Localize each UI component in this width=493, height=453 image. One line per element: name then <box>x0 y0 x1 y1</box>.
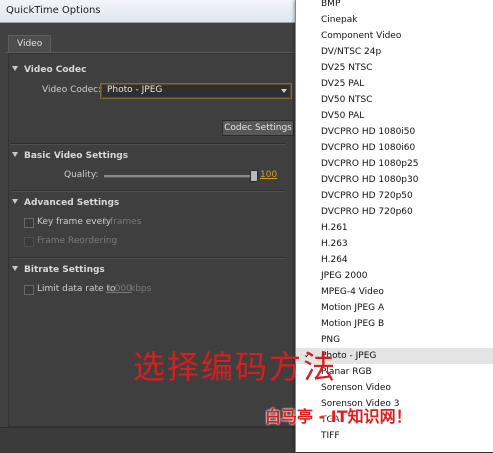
codec-option[interactable]: BMP <box>296 0 493 12</box>
annotation-caption: 选择编码方法 <box>133 348 338 386</box>
codec-settings-button[interactable]: Codec Settings <box>222 120 294 136</box>
codec-option[interactable]: DVCPRO HD 720p60 <box>296 204 493 220</box>
collapse-triangle-icon[interactable] <box>12 152 18 157</box>
section-bitrate[interactable]: Bitrate Settings <box>12 263 105 277</box>
video-codec-label: Video Codec: <box>42 85 102 95</box>
section-bitrate-label: Bitrate Settings <box>24 265 105 275</box>
codec-option[interactable]: JPEG 2000 <box>296 268 493 284</box>
video-codec-value: Photo - JPEG <box>107 85 163 95</box>
codec-option[interactable]: DV/NTSC 24p <box>296 44 493 60</box>
quality-label: Quality: <box>64 170 99 180</box>
limit-data-rate-checkbox[interactable] <box>24 285 34 295</box>
watermark-text: 白马亭 - IT知识网！ <box>265 407 412 426</box>
limit-data-rate-unit: kbps <box>130 284 152 294</box>
codec-option[interactable]: DVCPRO HD 1080i60 <box>296 140 493 156</box>
codec-option[interactable]: DV50 PAL <box>296 108 493 124</box>
section-video-codec[interactable]: Video Codec <box>12 63 86 77</box>
codec-option[interactable]: DVCPRO HD 1080i50 <box>296 124 493 140</box>
keyframe-value[interactable]: 1 <box>102 217 108 227</box>
keyframe-unit: frames <box>110 217 142 227</box>
section-basic-video-label: Basic Video Settings <box>24 151 129 161</box>
codec-option[interactable]: DV50 NTSC <box>296 92 493 108</box>
codec-option[interactable]: DVCPRO HD 1080p25 <box>296 156 493 172</box>
codec-option[interactable]: DVCPRO HD 720p50 <box>296 188 493 204</box>
section-basic-video[interactable]: Basic Video Settings <box>12 149 128 163</box>
divider <box>10 143 286 145</box>
chevron-down-icon <box>281 89 287 93</box>
limit-data-rate-label: Limit data rate to <box>37 284 116 294</box>
quality-slider-handle[interactable] <box>250 170 258 182</box>
divider <box>10 257 286 259</box>
section-video-codec-label: Video Codec <box>24 65 87 75</box>
codec-option[interactable]: DV25 NTSC <box>296 60 493 76</box>
quality-slider-fill <box>104 175 252 177</box>
bottom-strip <box>0 427 300 453</box>
codec-option[interactable]: DVCPRO HD 1080p30 <box>296 172 493 188</box>
codec-option[interactable]: DV25 PAL <box>296 76 493 92</box>
video-codec-select[interactable]: Photo - JPEG <box>100 83 292 99</box>
section-advanced[interactable]: Advanced Settings <box>12 196 119 210</box>
keyframe-checkbox[interactable] <box>24 218 34 228</box>
codec-option[interactable]: MPEG-4 Video <box>296 284 493 300</box>
quality-value[interactable]: 100 <box>260 170 277 180</box>
quality-slider[interactable] <box>104 170 258 182</box>
codec-option[interactable]: TIFF <box>296 428 493 444</box>
window-title: QuickTime Options <box>6 5 101 16</box>
section-advanced-label: Advanced Settings <box>24 198 120 208</box>
codec-option[interactable]: Cinepak <box>296 12 493 28</box>
frame-reordering-label: Frame Reordering <box>37 236 118 246</box>
codec-option[interactable]: Component Video <box>296 28 493 44</box>
limit-data-rate-value[interactable]: 1,000 <box>106 284 132 294</box>
codec-option[interactable]: H.263 <box>296 236 493 252</box>
collapse-triangle-icon[interactable] <box>12 266 18 271</box>
collapse-triangle-icon[interactable] <box>12 66 18 71</box>
tab-video[interactable]: Video <box>8 35 52 52</box>
codec-option[interactable]: H.264 <box>296 252 493 268</box>
codec-option[interactable]: H.261 <box>296 220 493 236</box>
divider <box>10 190 286 192</box>
codec-option[interactable]: Motion JPEG B <box>296 316 493 332</box>
collapse-triangle-icon[interactable] <box>12 199 18 204</box>
frame-reordering-checkbox[interactable] <box>24 237 34 247</box>
keyframe-label: Key frame every <box>37 217 112 227</box>
codec-option[interactable]: Motion JPEG A <box>296 300 493 316</box>
